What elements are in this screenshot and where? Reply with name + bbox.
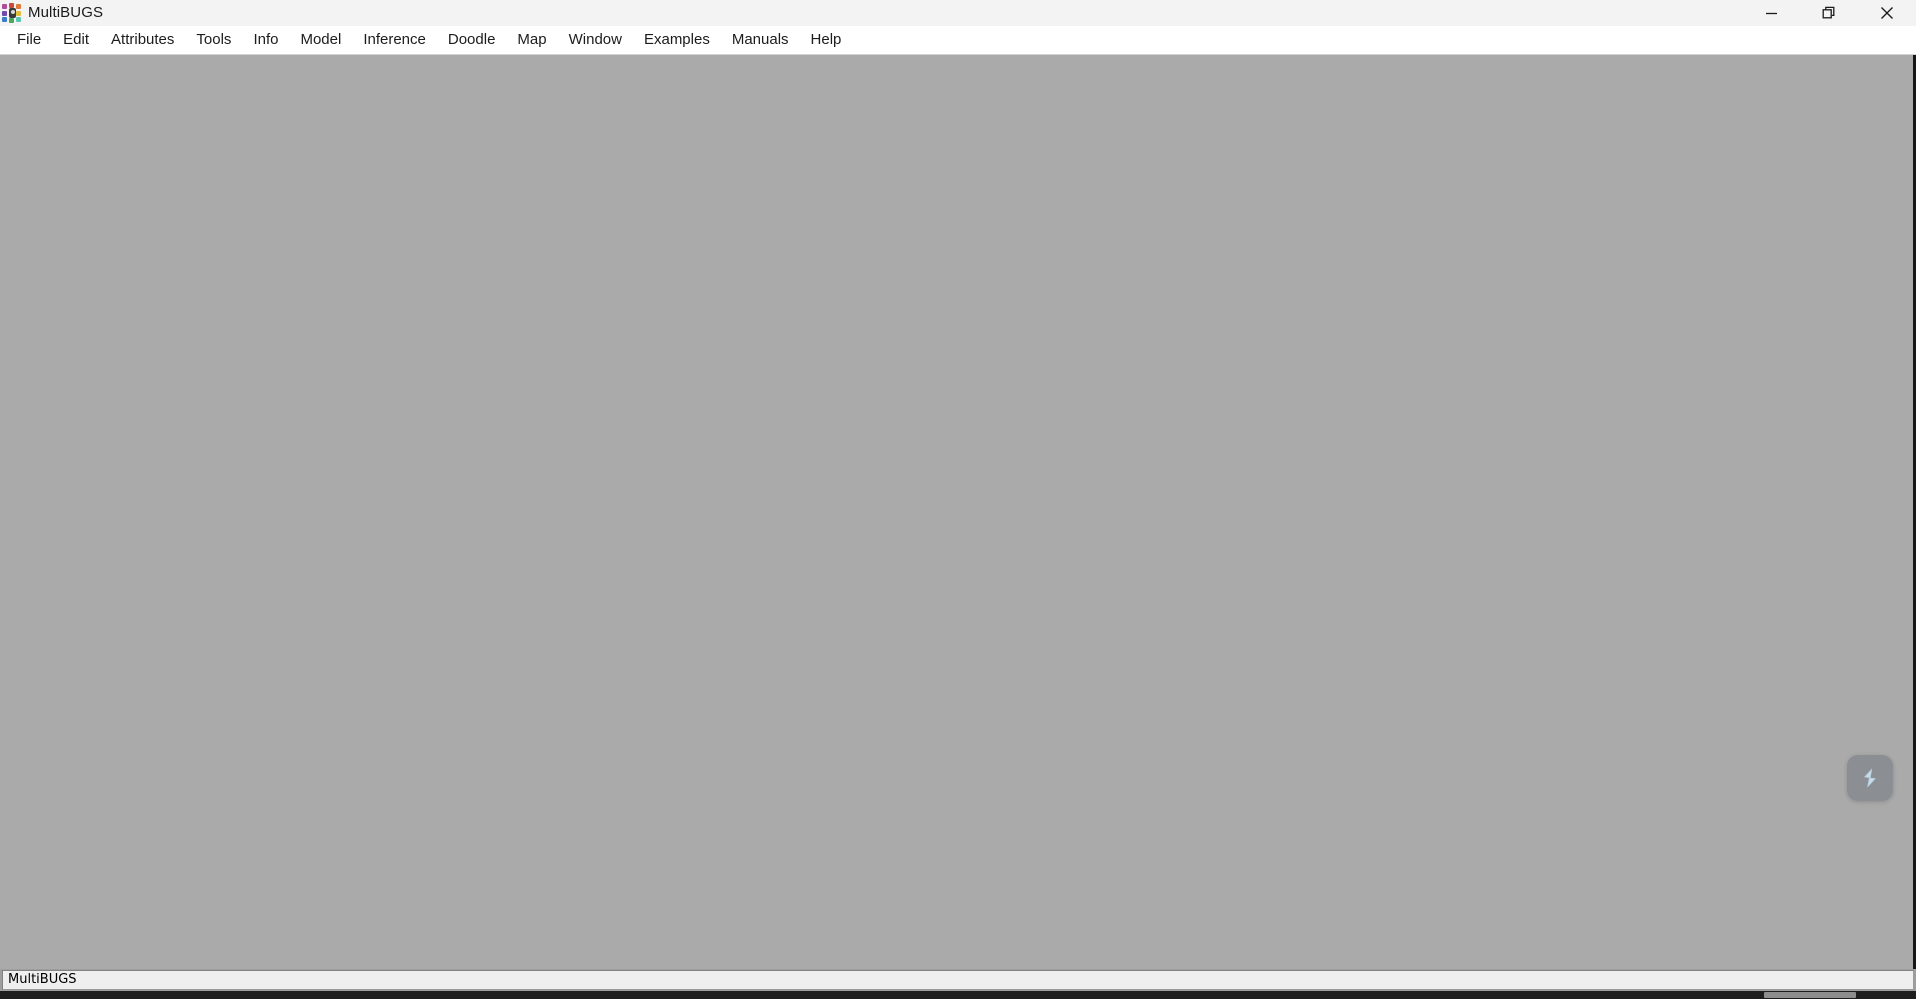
lightning-bolt-icon bbox=[1858, 766, 1882, 790]
minimize-button[interactable] bbox=[1742, 0, 1800, 26]
menu-item-edit[interactable]: Edit bbox=[52, 28, 100, 53]
menu-item-file[interactable]: File bbox=[6, 28, 52, 53]
menu-item-manuals[interactable]: Manuals bbox=[721, 28, 800, 53]
menu-item-tools[interactable]: Tools bbox=[185, 28, 242, 53]
title-bar[interactable]: MultiBUGS bbox=[0, 0, 1916, 26]
menu-item-window[interactable]: Window bbox=[558, 28, 633, 53]
multibugs-graph-icon bbox=[2, 3, 22, 23]
menu-bar: File Edit Attributes Tools Info Model In… bbox=[0, 26, 1916, 55]
restore-button[interactable] bbox=[1800, 0, 1858, 26]
menu-item-model[interactable]: Model bbox=[289, 28, 352, 53]
multibugs-application-window: MultiBUGS File Edit Attributes Tools Inf… bbox=[0, 0, 1916, 999]
menu-item-examples[interactable]: Examples bbox=[633, 28, 721, 53]
menu-item-map[interactable]: Map bbox=[506, 28, 557, 53]
menu-item-inference[interactable]: Inference bbox=[352, 28, 437, 53]
status-bar-field: MultiBUGS bbox=[2, 970, 1914, 990]
resize-handle[interactable] bbox=[1764, 992, 1856, 998]
floating-assistant-button[interactable] bbox=[1847, 755, 1893, 801]
menu-item-attributes[interactable]: Attributes bbox=[100, 28, 185, 53]
menu-item-info[interactable]: Info bbox=[242, 28, 289, 53]
window-title: MultiBUGS bbox=[28, 4, 104, 21]
menu-item-doodle[interactable]: Doodle bbox=[437, 28, 507, 53]
workspace-area[interactable] bbox=[0, 55, 1916, 969]
close-button[interactable] bbox=[1858, 0, 1916, 26]
status-bar: MultiBUGS bbox=[0, 969, 1916, 991]
window-controls bbox=[1742, 0, 1916, 26]
window-bottom-edge bbox=[0, 991, 1916, 999]
menu-item-help[interactable]: Help bbox=[800, 28, 853, 53]
status-text: MultiBUGS bbox=[8, 972, 77, 987]
